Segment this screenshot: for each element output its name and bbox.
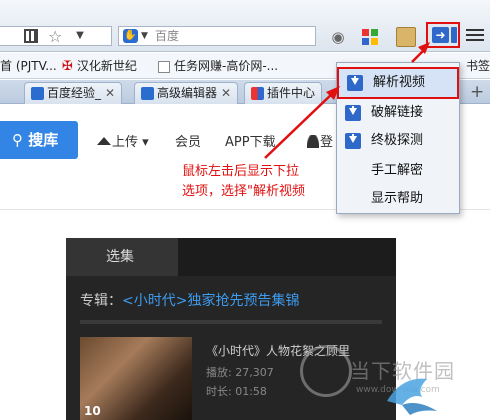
address-bar-right-end[interactable]: ☆ ▼ <box>0 26 112 46</box>
nav-login[interactable]: 登 <box>307 131 333 150</box>
menu-item-parse-video[interactable]: 解析视频 <box>337 67 459 99</box>
episode-thumbnail[interactable]: 10 <box>80 337 192 420</box>
baidu-paw-icon <box>141 87 154 100</box>
bookmark-label: 汉化新世纪 <box>76 59 137 73</box>
episode-number: 10 <box>84 404 101 418</box>
browser-toolbar: ☆ ▼ ✋ ▼ 百度 ◉ ➜ <box>0 0 490 52</box>
extension-dropdown-handle[interactable] <box>451 27 457 43</box>
tab-advanced-editor[interactable]: 高级编辑器 ✕ <box>134 82 239 104</box>
nav-upload-label: 上传 <box>112 135 139 150</box>
star-bookmark-icon[interactable]: ☆ <box>48 27 62 46</box>
tab-plugin-center[interactable]: 插件中心 <box>244 82 323 104</box>
bookmark-item[interactable]: 任务网赚-高价网-... <box>158 53 278 79</box>
menu-item-label: 破解链接 <box>371 105 424 120</box>
search-engine-box[interactable]: ✋ ▼ 百度 <box>118 26 316 46</box>
search-button[interactable]: ⚲ 搜库 <box>0 121 78 159</box>
section-separator <box>80 320 382 324</box>
menu-item-crack-link[interactable]: 破解链接 <box>337 99 459 127</box>
hamburger-menu-icon[interactable] <box>466 26 484 44</box>
search-icon: ⚲ <box>12 131 23 149</box>
tab-label: 高级编辑器 <box>157 86 218 100</box>
annotation-line-2: 选项，选择"解析视频 <box>182 184 305 199</box>
baidu-paw-icon <box>31 87 44 100</box>
video-parse-extension-button[interactable]: ➜ <box>426 22 460 48</box>
arrow-right-icon: ➜ <box>432 27 449 43</box>
upload-icon <box>97 137 111 145</box>
download-icon <box>347 75 363 91</box>
menu-item-label: 解析视频 <box>373 75 426 90</box>
close-icon[interactable]: ✕ <box>105 86 115 100</box>
notebook-icon[interactable] <box>396 27 416 47</box>
download-icon <box>345 133 361 149</box>
menu-item-label: 终极探测 <box>371 133 424 148</box>
bookmark-label: 首 (PJTV... <box>0 59 57 73</box>
baidu-paw-icon: ✋ <box>123 29 138 43</box>
plugin-icon <box>251 87 264 100</box>
nav-app-download[interactable]: APP下载 <box>225 131 276 150</box>
album-title: 专辑：<小时代>独家抢先预告集锦 <box>80 290 299 310</box>
album-link[interactable]: <小时代>独家抢先预告集锦 <box>122 293 299 309</box>
nav-upload[interactable]: 上传 ▾ <box>97 131 149 150</box>
search-input-placeholder[interactable]: 百度 <box>155 27 179 45</box>
watermark-logo-icon <box>300 345 352 397</box>
episode-duration: 时长: 01:58 <box>206 385 267 398</box>
nav-login-label: 登 <box>320 135 334 150</box>
nav-member[interactable]: 会员 <box>175 131 201 150</box>
tab-baidu-jingyan[interactable]: 百度经验_ ✕ <box>24 82 123 104</box>
episode-plays: 播放: 27,307 <box>206 366 274 379</box>
menu-item-ultimate-detect[interactable]: 终极探测 <box>337 127 459 155</box>
menu-item-manual-decrypt[interactable]: 手工解密 <box>337 157 459 185</box>
bookmark-item[interactable]: ✠ 汉化新世纪 <box>62 53 137 80</box>
hanhua-logo-icon: ✠ <box>62 58 73 74</box>
engine-dropdown-icon[interactable]: ▼ <box>141 27 148 45</box>
apps-grid-icon[interactable] <box>360 27 380 47</box>
bookmark-label: 任务网赚-高价网-... <box>174 59 279 73</box>
download-icon <box>345 105 361 121</box>
tutorial-annotation: 鼠标左击后显示下拉 选项，选择"解析视频 <box>182 162 305 202</box>
new-tab-button[interactable]: + <box>470 80 484 104</box>
chevron-down-icon[interactable]: ▼ <box>72 27 88 45</box>
bookmarks-overflow[interactable]: 书签 <box>466 53 490 79</box>
tab-label: 百度经验_ <box>47 86 102 100</box>
extension-dropdown-menu: 解析视频 破解链接 终极探测 手工解密 显示帮助 <box>336 62 460 214</box>
annotation-line-1: 鼠标左击后显示下拉 <box>182 164 300 179</box>
bookmark-item[interactable]: 首 (PJTV... <box>0 53 57 79</box>
search-button-label: 搜库 <box>28 131 59 149</box>
close-icon[interactable]: ✕ <box>221 86 231 100</box>
watermark: 当下软件园 www.downxia.com <box>300 333 490 420</box>
album-prefix: 专辑： <box>80 293 122 309</box>
wifi-icon[interactable]: ◉ <box>328 27 348 47</box>
page-icon <box>158 60 170 73</box>
bird-logo-icon <box>387 378 437 415</box>
user-icon <box>307 135 319 148</box>
tab-episodes[interactable]: 选集 <box>66 238 178 276</box>
tab-empty <box>178 238 396 276</box>
qr-code-icon[interactable] <box>24 29 38 43</box>
tab-label: 插件中心 <box>267 86 316 100</box>
menu-item-show-help[interactable]: 显示帮助 <box>337 185 459 213</box>
